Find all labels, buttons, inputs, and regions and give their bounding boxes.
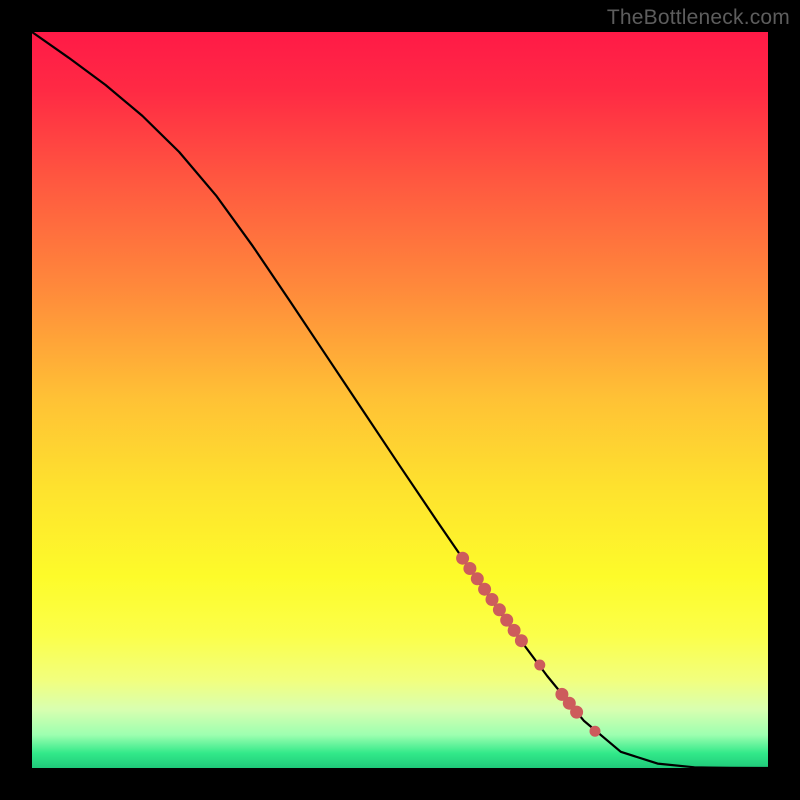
chart-stage: TheBottleneck.com [0,0,800,800]
data-marker [493,604,505,616]
plot-area [32,32,768,768]
bottleneck-curve [32,32,768,768]
watermark-text: TheBottleneck.com [607,6,790,30]
marker-layer [457,552,600,736]
data-marker [535,660,545,670]
data-marker [486,594,498,606]
data-marker [464,563,476,575]
data-marker [501,614,513,626]
plot-overlay [32,32,768,768]
data-marker [457,552,469,564]
data-marker [590,726,600,736]
data-marker [515,635,527,647]
data-marker [479,583,491,595]
data-marker [508,624,520,636]
data-marker [571,706,583,718]
data-marker [471,573,483,585]
